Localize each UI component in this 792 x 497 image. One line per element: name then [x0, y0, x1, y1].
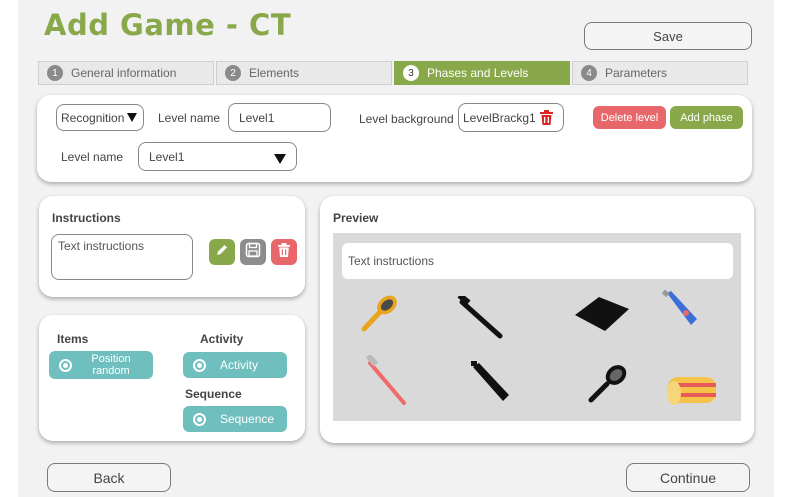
- trash-icon[interactable]: [540, 110, 553, 125]
- continue-button[interactable]: Continue: [626, 463, 750, 492]
- step-number: 3: [403, 65, 419, 81]
- items-heading: Items: [57, 332, 89, 346]
- stepper: 1 General information 2 Elements 3 Phases a…: [38, 61, 748, 85]
- step-number: 2: [225, 65, 241, 81]
- hairbrush-icon: [587, 360, 631, 409]
- step-label: Elements: [249, 66, 300, 80]
- back-button[interactable]: Back: [47, 463, 171, 492]
- hairbrush-icon: [359, 291, 403, 338]
- toothpaste-icon: [471, 361, 511, 410]
- step-elements[interactable]: 2 Elements: [216, 61, 392, 85]
- activity-option[interactable]: Activity: [183, 352, 287, 378]
- level-background-label: Level background: [359, 112, 454, 126]
- step-general-information[interactable]: 1 General information: [38, 61, 214, 85]
- level-select-value: Level1: [149, 149, 185, 164]
- radio-icon: [59, 358, 72, 372]
- step-number: 1: [47, 65, 63, 81]
- activity-heading: Activity: [200, 332, 244, 346]
- step-label: General information: [71, 66, 177, 80]
- delete-level-button[interactable]: Delete level: [593, 106, 666, 129]
- step-phases-and-levels[interactable]: 3 Phases and Levels: [394, 61, 570, 85]
- step-label: Phases and Levels: [427, 66, 529, 80]
- position-random-label: Position random: [91, 353, 131, 377]
- radio-icon: [193, 412, 206, 426]
- sequence-label: Sequence: [220, 412, 275, 426]
- activity-label: Activity: [220, 358, 259, 372]
- type-select-value: Recognition: [61, 110, 125, 125]
- save-instructions-button[interactable]: [240, 239, 266, 265]
- preview-instructions: Text instructions: [342, 243, 733, 279]
- trash-icon: [278, 242, 290, 262]
- preview-heading: Preview: [333, 211, 379, 225]
- chevron-down-icon: [274, 154, 286, 164]
- level-name-label-2: Level name: [61, 150, 124, 164]
- step-parameters[interactable]: 4 Parameters: [572, 61, 748, 85]
- instructions-heading: Instructions: [52, 211, 121, 225]
- pencil-icon: [215, 243, 229, 262]
- add-phase-button[interactable]: Add phase: [670, 106, 743, 129]
- instructions-placeholder: Text instructions: [58, 239, 145, 253]
- level-name-label: Level name: [158, 111, 221, 125]
- radio-icon: [193, 358, 206, 372]
- sequence-heading: Sequence: [185, 387, 242, 401]
- page-title: Add Game - CT: [44, 8, 292, 42]
- level-name-input[interactable]: Level1: [228, 103, 331, 132]
- step-label: Parameters: [605, 66, 668, 80]
- step-number: 4: [581, 65, 597, 81]
- position-random-option[interactable]: Position random: [49, 351, 153, 379]
- chevron-down-icon: [127, 113, 137, 122]
- edit-button[interactable]: [209, 239, 235, 265]
- towel-icon: [664, 369, 722, 416]
- toothbrush-icon: [364, 353, 410, 412]
- instructions-textarea[interactable]: Text instructions: [51, 234, 193, 280]
- toothbrush-icon: [456, 292, 504, 345]
- wallet-icon: [571, 293, 633, 340]
- level-background-value: LevelBrackg1: [463, 110, 536, 125]
- floppy-disk-icon: [245, 242, 261, 263]
- save-button[interactable]: Save: [584, 22, 752, 50]
- delete-instructions-button[interactable]: [271, 239, 297, 265]
- toothpaste-icon: [661, 289, 701, 334]
- sequence-option[interactable]: Sequence: [183, 406, 287, 432]
